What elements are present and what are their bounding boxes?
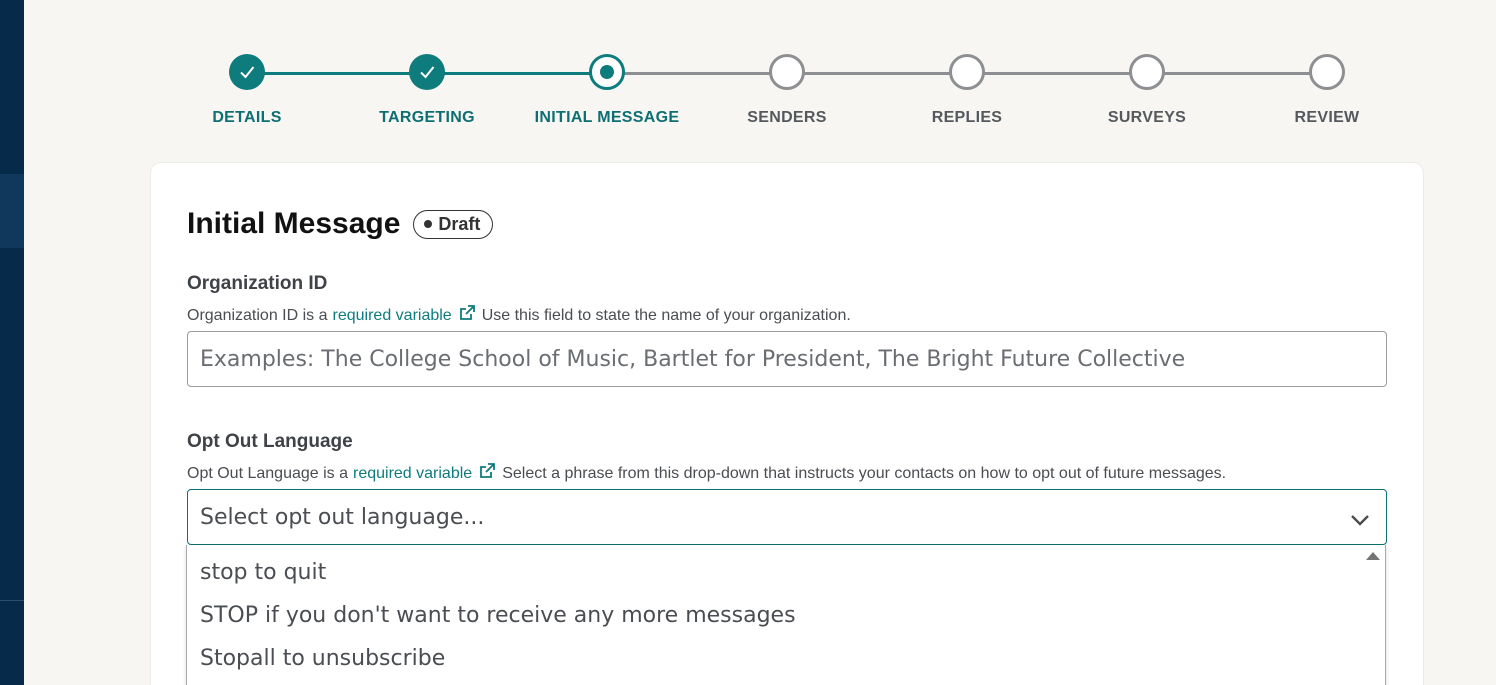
step-replies[interactable]: REPLIES <box>887 54 1047 127</box>
check-icon <box>229 54 265 90</box>
step-label: SENDERS <box>747 109 827 126</box>
required-variable-link[interactable]: required variable <box>333 307 452 325</box>
chevron-down-icon[interactable] <box>1350 508 1370 533</box>
dot-icon <box>424 220 433 228</box>
empty-circle-icon <box>769 54 805 90</box>
step-label: SURVEYS <box>1107 109 1187 126</box>
option-item[interactable]: Stopall to unsubscribe <box>200 646 445 671</box>
help-text-prefix: Organization ID is a <box>187 306 328 324</box>
dropdown-scrollbar[interactable] <box>1362 545 1385 685</box>
status-badge: Draft <box>413 209 494 239</box>
help-text-prefix: Opt Out Language is a <box>187 464 348 482</box>
option-item[interactable]: stop to quit <box>200 560 326 585</box>
current-step-icon <box>589 54 625 90</box>
help-text-suffix: Use this field to state the name of your… <box>481 306 851 324</box>
check-icon <box>409 54 445 90</box>
select-placeholder: Select opt out language... <box>200 504 485 530</box>
external-link-icon[interactable] <box>458 304 476 327</box>
org-id-help: Organization ID is a required variable U… <box>187 304 851 327</box>
empty-circle-icon <box>949 54 985 90</box>
opt-out-label: Opt Out Language <box>187 431 353 452</box>
step-label: DETAILS <box>212 109 282 126</box>
step-label: TARGETING <box>379 109 475 126</box>
org-id-label: Organization ID <box>187 273 328 294</box>
step-review[interactable]: REVIEW <box>1247 54 1407 127</box>
organization-id-input[interactable]: Examples: The College School of Music, B… <box>187 331 1387 387</box>
step-label: REPLIES <box>931 109 1003 126</box>
required-variable-link[interactable]: required variable <box>353 465 472 483</box>
option-item[interactable]: STOP if you don't want to receive any mo… <box>200 603 796 628</box>
step-label: INITIAL MESSAGE <box>534 109 680 126</box>
sidebar-active-item[interactable] <box>0 174 24 248</box>
sidebar-divider <box>0 600 24 601</box>
opt-out-language-select[interactable]: Select opt out language... <box>187 489 1387 545</box>
step-label: REVIEW <box>1294 109 1360 126</box>
status-badge-label: Draft <box>438 213 481 234</box>
opt-out-options-list[interactable]: stop to quit STOP if you don't want to r… <box>186 545 1386 685</box>
external-link-icon[interactable] <box>478 462 496 485</box>
step-targeting[interactable]: TARGETING <box>347 54 507 127</box>
step-surveys[interactable]: SURVEYS <box>1067 54 1227 127</box>
empty-circle-icon <box>1129 54 1165 90</box>
help-text-suffix: Select a phrase from this drop-down that… <box>502 464 1227 482</box>
progress-stepper: DETAILS TARGETING INITIAL MESSAGE SENDER… <box>0 0 1496 140</box>
opt-out-help: Opt Out Language is a required variable … <box>187 462 1226 485</box>
scroll-up-arrow-icon[interactable] <box>1366 552 1380 560</box>
empty-circle-icon <box>1309 54 1345 90</box>
page-title: Initial Message <box>187 207 401 240</box>
step-initial-message[interactable]: INITIAL MESSAGE <box>527 54 687 127</box>
step-senders[interactable]: SENDERS <box>707 54 867 127</box>
title-row: Initial Message Draft <box>187 207 494 241</box>
step-details[interactable]: DETAILS <box>167 54 327 127</box>
